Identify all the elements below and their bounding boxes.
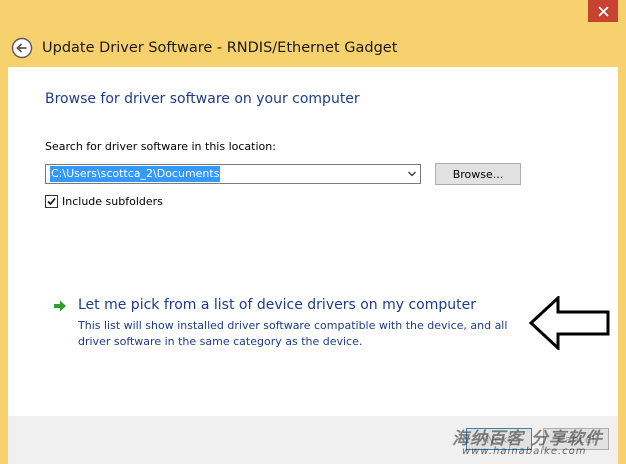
green-arrow-icon xyxy=(54,300,66,312)
search-location-combobox[interactable]: C:\Users\scottca_2\Documents xyxy=(45,164,421,184)
include-subfolders-row[interactable]: Include subfolders xyxy=(45,195,163,208)
include-subfolders-label: Include subfolders xyxy=(62,195,163,208)
page-heading: Browse for driver software on your compu… xyxy=(45,91,360,107)
checkmark-icon xyxy=(47,197,56,206)
watermark: 海纳百客 分享软件 www.hainabaike.com xyxy=(448,424,626,464)
annotation-arrow-icon xyxy=(528,296,610,350)
browse-button[interactable]: Browse... xyxy=(435,163,521,185)
close-button[interactable] xyxy=(588,0,618,22)
search-location-value[interactable]: C:\Users\scottca_2\Documents xyxy=(50,166,221,182)
close-icon xyxy=(597,5,609,17)
dialog-window: Update Driver Software - RNDIS/Ethernet … xyxy=(0,0,626,464)
search-location-label: Search for driver software in this locat… xyxy=(45,140,276,153)
chevron-down-icon[interactable] xyxy=(407,169,417,179)
include-subfolders-checkbox[interactable] xyxy=(45,195,58,208)
pick-from-list-description: This list will show installed driver sof… xyxy=(78,319,508,348)
content-panel: Browse for driver software on your compu… xyxy=(8,67,618,416)
pick-from-list-title[interactable]: Let me pick from a list of device driver… xyxy=(78,297,476,313)
title-bar: Update Driver Software - RNDIS/Ethernet … xyxy=(0,30,626,66)
window-title: Update Driver Software - RNDIS/Ethernet … xyxy=(42,40,398,56)
back-arrow-icon xyxy=(11,37,33,59)
watermark-url: www.hainabaike.com xyxy=(462,446,587,457)
back-button[interactable] xyxy=(11,37,33,59)
